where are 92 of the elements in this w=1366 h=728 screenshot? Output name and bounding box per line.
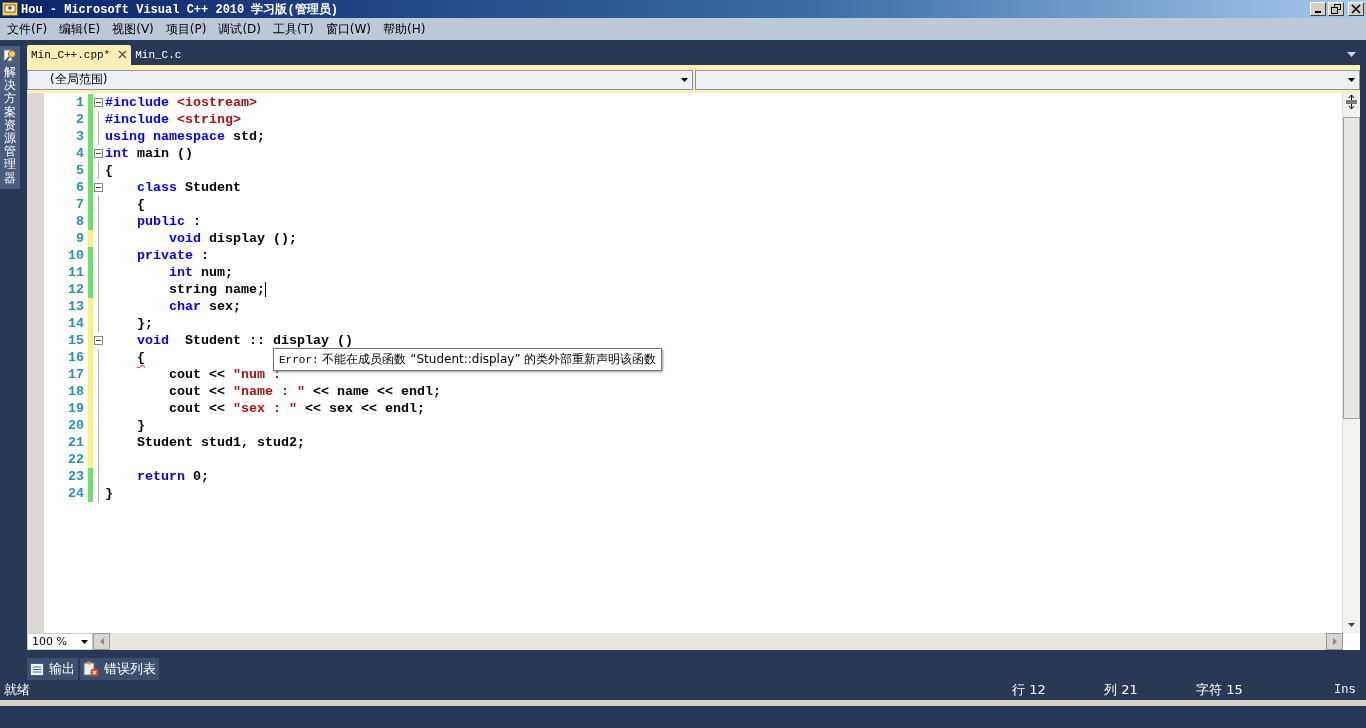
document-tab[interactable]: Min_C.c <box>131 44 186 65</box>
line-number: 13 <box>67 297 85 315</box>
collapse-icon[interactable] <box>94 97 103 107</box>
code-line: void Student :: display () <box>136 331 353 349</box>
zoom-dropdown[interactable]: 100 % <box>27 633 93 650</box>
code-line: void display (); <box>168 229 297 247</box>
status-message: 就绪 <box>3 681 31 699</box>
line-number: 14 <box>67 314 85 332</box>
line-number: 12 <box>67 280 85 298</box>
scroll-down-icon[interactable] <box>1348 623 1355 627</box>
line-number: 17 <box>67 365 85 383</box>
line-number: 22 <box>67 450 85 468</box>
menu-item[interactable]: 文件(F) <box>2 20 53 38</box>
left-arrow-icon <box>99 638 104 645</box>
code-line: using namespace std; <box>105 127 265 145</box>
menu-item[interactable]: 调试(D) <box>213 20 266 38</box>
dropdown-arrow-icon <box>1348 77 1355 82</box>
right-arrow-icon <box>1332 638 1337 645</box>
minimize-icon <box>1315 11 1321 13</box>
line-number: 10 <box>67 246 85 264</box>
collapse-icon[interactable] <box>94 148 103 158</box>
column-indicator: 列 21 <box>1104 681 1139 699</box>
code-line: #include <iostream> <box>105 93 257 111</box>
code-line: private : <box>136 246 209 264</box>
line-number: 9 <box>75 229 85 247</box>
code-line: cout << "name : " << name << endl; <box>168 382 441 400</box>
collapse-icon[interactable] <box>94 182 103 192</box>
code-line: #include <string> <box>105 110 241 128</box>
line-number: 7 <box>75 195 85 213</box>
line-number: 5 <box>75 161 85 179</box>
line-number: 20 <box>67 416 85 434</box>
tool-window-tab[interactable]: 错误列表 <box>80 658 159 680</box>
code-line: int num; <box>168 263 233 281</box>
code-line: { <box>105 161 113 179</box>
line-number: 11 <box>67 263 85 281</box>
splitter-icon[interactable] <box>1345 94 1358 109</box>
code-line: } <box>136 416 145 434</box>
close-button[interactable] <box>1348 2 1364 16</box>
line-number: 16 <box>67 348 85 366</box>
minimize-button[interactable] <box>1310 2 1326 16</box>
error-tooltip: Error: 不能在成员函数 “Student::display” 的类外部重新声明该函数 <box>273 347 663 371</box>
tool-window-tab[interactable]: 输出 <box>27 658 78 680</box>
scope-dropdown[interactable]: (全局范围) <box>27 69 693 90</box>
line-number: 2 <box>75 110 85 128</box>
line-number: 6 <box>75 178 85 196</box>
code-line: return 0; <box>136 467 209 485</box>
side-panel-label: 解决方案资源管理器 <box>4 66 16 185</box>
code-line: public : <box>136 212 201 230</box>
menu-item[interactable]: 编辑(E) <box>54 20 106 38</box>
line-indicator: 行 12 <box>1012 681 1047 699</box>
dropdown-arrow-icon[interactable] <box>1347 51 1356 57</box>
menu-item[interactable]: 项目(P) <box>160 20 212 38</box>
code-line: cout << "sex : " << sex << endl; <box>168 399 425 417</box>
dropdown-arrow-icon <box>680 77 688 82</box>
code-line: int main () <box>105 144 193 162</box>
vertical-scrollbar[interactable] <box>1342 92 1360 633</box>
restore-button[interactable] <box>1328 2 1344 16</box>
code-line: } <box>105 484 113 502</box>
code-line: class Student <box>136 178 241 196</box>
code-line: { <box>136 195 145 213</box>
line-number: 8 <box>75 212 85 230</box>
line-number: 24 <box>67 484 85 502</box>
magnifier-icon <box>3 48 17 64</box>
code-line: }; <box>136 314 153 332</box>
solution-explorer-tab[interactable]: 解决方案资源管理器 <box>0 46 20 189</box>
line-number: 4 <box>75 144 85 162</box>
scrollbar-corner <box>1343 633 1360 650</box>
app-icon <box>2 2 18 16</box>
document-tab[interactable]: Min_C++.cpp* <box>27 44 132 65</box>
insert-mode-indicator: Ins <box>1334 683 1356 697</box>
list-icon <box>30 662 44 676</box>
menu-item[interactable]: 工具(T) <box>268 20 319 38</box>
line-number: 3 <box>75 127 85 145</box>
line-number: 19 <box>67 399 85 417</box>
line-number: 15 <box>67 331 85 349</box>
close-icon[interactable] <box>118 50 128 60</box>
window-title: Hou - Microsoft Visual C++ 2010 学习版(管理员) <box>21 1 338 18</box>
menu-item[interactable]: 窗口(W) <box>320 20 376 38</box>
dropdown-arrow-icon <box>81 639 88 644</box>
line-number: 18 <box>67 382 85 400</box>
char-indicator: 字符 15 <box>1196 681 1244 699</box>
line-number: 23 <box>67 467 85 485</box>
code-line: string name; <box>168 280 265 298</box>
menu-item[interactable]: 帮助(H) <box>377 20 431 38</box>
menu-item[interactable]: 视图(V) <box>107 20 159 38</box>
code-line: Student stud1, stud2; <box>136 433 305 451</box>
line-number: 1 <box>75 93 85 111</box>
clipboard-error-icon <box>83 661 99 677</box>
collapse-icon[interactable] <box>94 335 103 345</box>
line-number: 21 <box>67 433 85 451</box>
code-line: { <box>136 348 145 366</box>
code-line: char sex; <box>168 297 241 315</box>
